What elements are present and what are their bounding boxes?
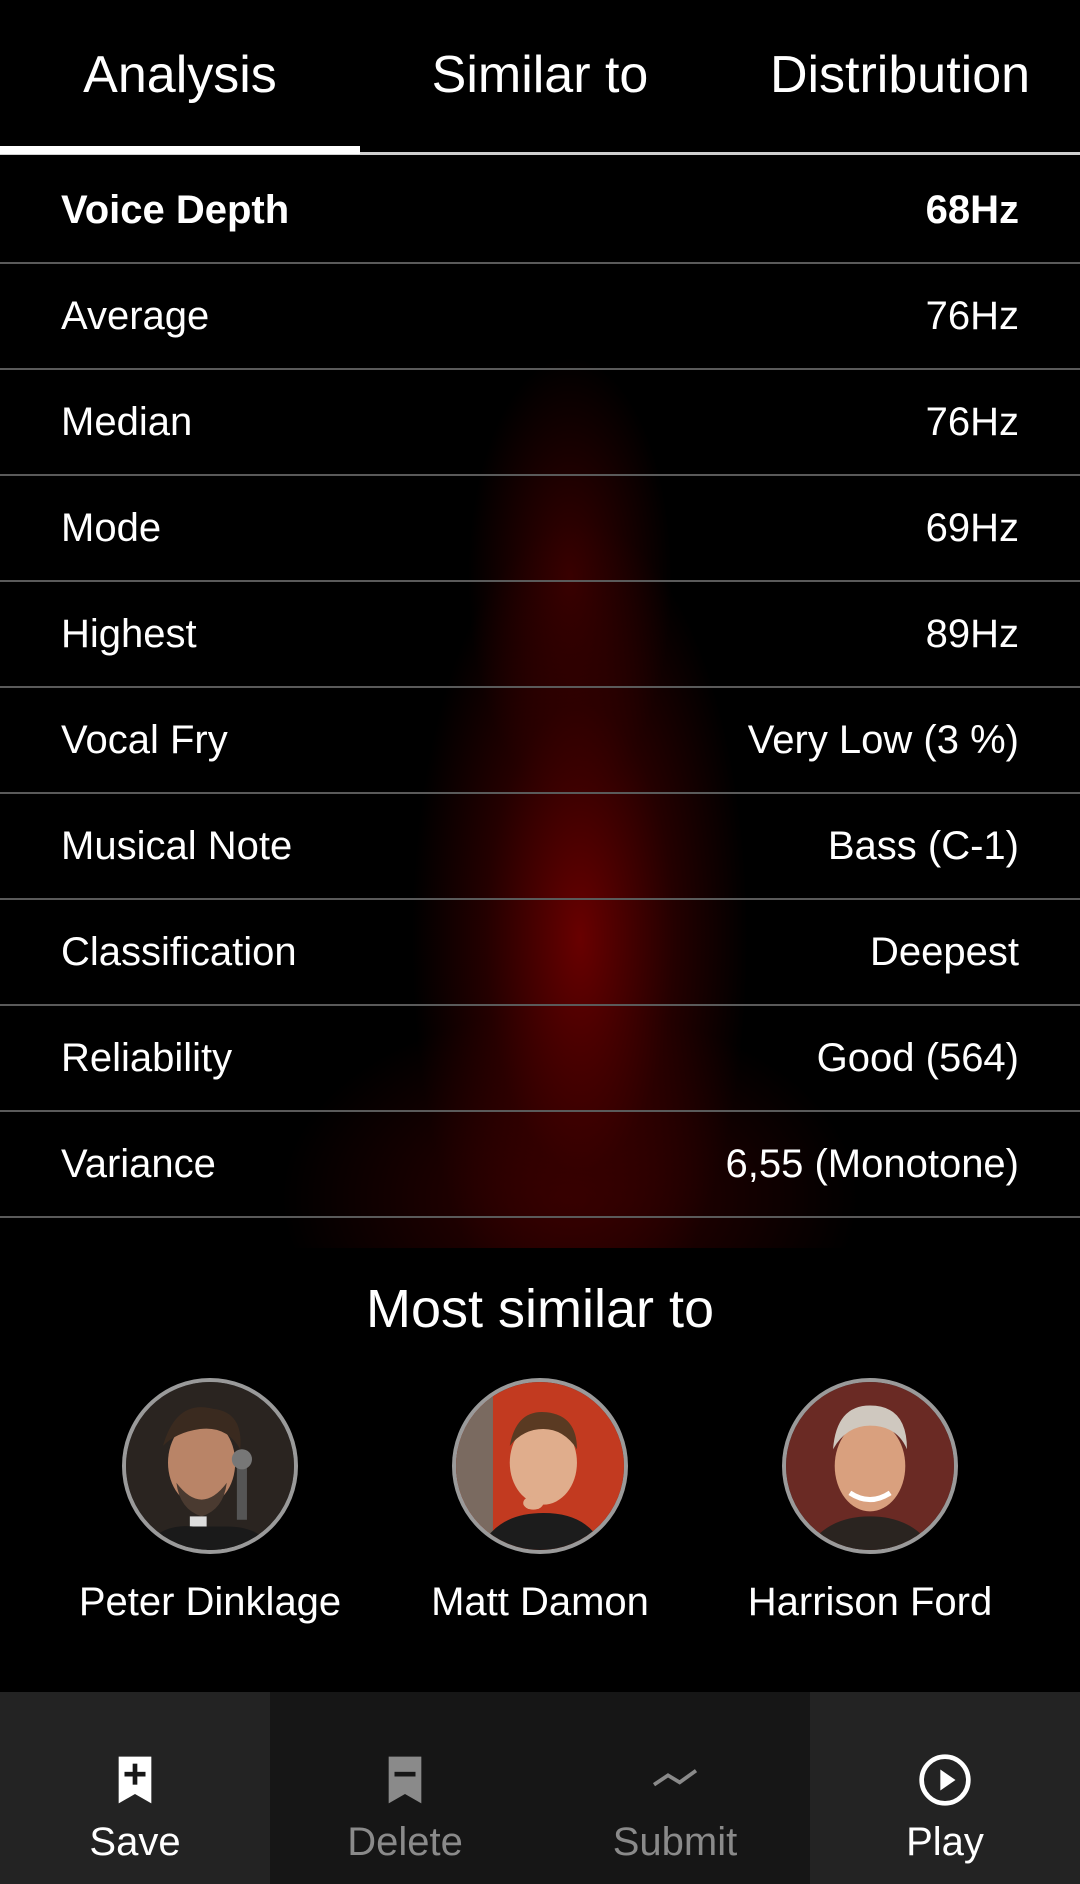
row-label: Musical Note [61, 823, 293, 868]
avatar-image-icon [126, 1382, 294, 1550]
trend-icon [652, 1769, 698, 1787]
person-avatar[interactable] [782, 1378, 958, 1554]
save-button[interactable]: Save [0, 1692, 270, 1884]
row-label: Mode [61, 505, 162, 550]
tab-similar-to[interactable]: Similar to [360, 0, 720, 150]
row-label: Vocal Fry [61, 717, 228, 762]
tab-distribution[interactable]: Distribution [720, 0, 1080, 150]
avatar-image-icon [786, 1382, 954, 1550]
tab-bar: Analysis Similar to Distribution [0, 0, 1080, 160]
row-label: Classification [61, 929, 297, 974]
similar-person-card[interactable]: Matt Damon [375, 1378, 705, 1625]
row-value: 6,55 (Monotone) [725, 1141, 1019, 1186]
play-circle-icon [919, 1754, 971, 1806]
submit-button[interactable]: Submit [540, 1692, 810, 1884]
row-label: Reliability [61, 1035, 233, 1080]
bookmark-add-icon [118, 1756, 152, 1804]
row-value: 89Hz [925, 611, 1019, 656]
row-median: Median 76Hz [0, 370, 1080, 476]
tab-indicator [0, 146, 360, 154]
row-vocal-fry: Vocal Fry Very Low (3 %) [0, 688, 1080, 794]
row-label: Highest [61, 611, 197, 656]
row-value: 76Hz [925, 399, 1019, 444]
row-variance: Variance 6,55 (Monotone) [0, 1112, 1080, 1218]
person-name: Matt Damon [431, 1580, 649, 1624]
row-value: Good (564) [816, 1035, 1019, 1080]
row-label: Average [61, 293, 210, 338]
person-avatar[interactable] [452, 1378, 628, 1554]
similar-person-card[interactable]: Harrison Ford [705, 1378, 1035, 1625]
row-average: Average 76Hz [0, 264, 1080, 370]
row-value: 76Hz [925, 293, 1019, 338]
similar-person-card[interactable]: Peter Dinklage [45, 1378, 375, 1625]
row-value: Deepest [870, 929, 1019, 974]
bookmark-remove-icon [388, 1756, 422, 1804]
person-name: Peter Dinklage [78, 1580, 342, 1624]
row-highest: Highest 89Hz [0, 582, 1080, 688]
similar-section-title: Most similar to [365, 1279, 715, 1339]
row-value: Bass (C-1) [827, 823, 1019, 868]
save-label: Save [89, 1820, 181, 1864]
play-label: Play [906, 1820, 984, 1864]
person-name: Harrison Ford [747, 1580, 993, 1624]
row-label: Median [61, 399, 193, 444]
play-button[interactable]: Play [810, 1692, 1080, 1884]
row-label: Variance [61, 1141, 216, 1186]
delete-button[interactable]: Delete [270, 1692, 540, 1884]
tab-analysis[interactable]: Analysis [0, 0, 360, 150]
delete-label: Delete [347, 1820, 463, 1864]
row-value: 68Hz [925, 187, 1019, 232]
row-label: Voice Depth [61, 187, 290, 232]
avatar-image-icon [456, 1382, 624, 1550]
analysis-table: Voice Depth 68Hz Average 76Hz Median 76H… [0, 158, 1080, 1218]
row-voice-depth: Voice Depth 68Hz [0, 158, 1080, 264]
person-avatar[interactable] [122, 1378, 298, 1554]
bottom-action-bar: Save Delete Submit Play [0, 1692, 1080, 1884]
submit-label: Submit [612, 1820, 738, 1864]
row-mode: Mode 69Hz [0, 476, 1080, 582]
row-value: 69Hz [925, 505, 1019, 550]
row-value: Very Low (3 %) [747, 717, 1019, 762]
row-reliability: Reliability Good (564) [0, 1006, 1080, 1112]
row-musical-note: Musical Note Bass (C-1) [0, 794, 1080, 900]
row-classification: Classification Deepest [0, 900, 1080, 1006]
